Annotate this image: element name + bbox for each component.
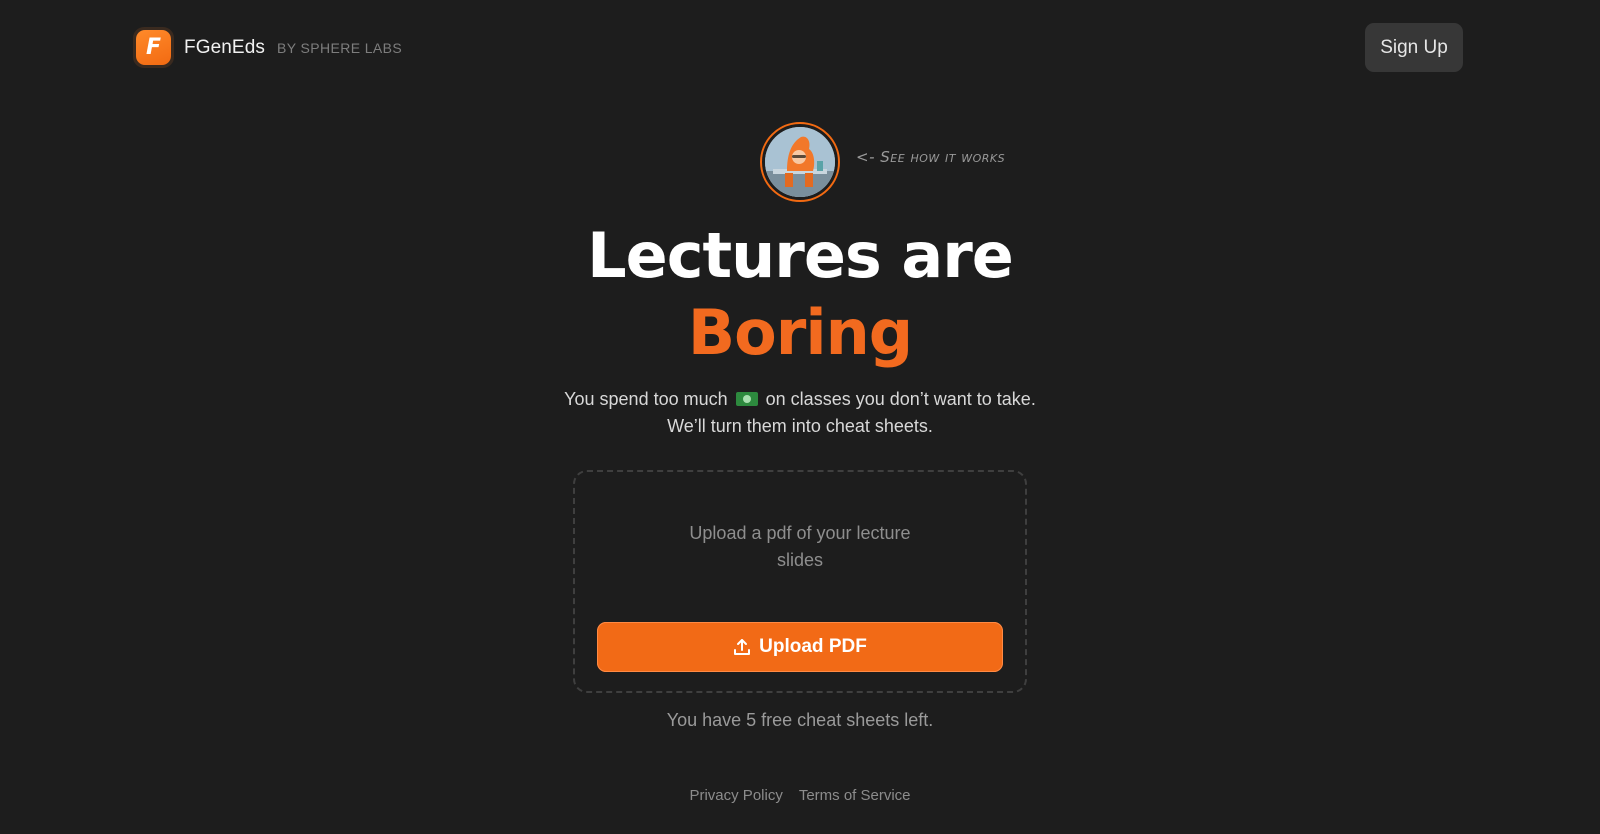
mascot-illustration [765,127,835,197]
upload-icon [734,639,751,655]
terms-of-service-link[interactable]: Terms of Service [799,787,911,804]
upload-pdf-label: Upload PDF [759,636,867,657]
hero-title-line1: Lectures are [587,219,1014,292]
money-bill-icon [735,392,758,406]
subtitle-part1: You spend too much [564,389,728,409]
brand-byline: BY SPHERE LABS [276,39,403,56]
privacy-policy-link[interactable]: Privacy Policy [689,787,782,804]
page: F FGenEds BY SPHERE LABS Sign Up <- See … [0,0,1600,834]
demo-video-avatar[interactable] [760,122,840,202]
hero-title-line2: Boring [687,296,913,369]
sign-up-button[interactable]: Sign Up [1365,23,1463,72]
footer: Privacy Policy Terms of Service [0,787,1600,804]
see-how-it-works-label[interactable]: <- See how it works [856,148,1005,166]
upload-pdf-button[interactable]: Upload PDF [597,622,1003,672]
brand-home-link[interactable]: F FGenEds BY SPHERE LABS [133,27,402,68]
pdf-dropzone[interactable]: Upload a pdf of your lecture slides Uplo… [573,470,1027,693]
demo-video-row: <- See how it works [760,122,1005,202]
hero-subtitle: You spend too much on classes you don’t … [560,386,1040,440]
header: F FGenEds BY SPHERE LABS Sign Up [0,0,1600,96]
dropzone-prompt: Upload a pdf of your lecture slides [689,523,911,570]
free-sheets-remaining: You have 5 free cheat sheets left. [666,710,934,730]
logo-letter: F [136,30,171,65]
brand-name: FGenEds [184,36,265,58]
fgeneds-logo-icon: F [133,27,174,68]
